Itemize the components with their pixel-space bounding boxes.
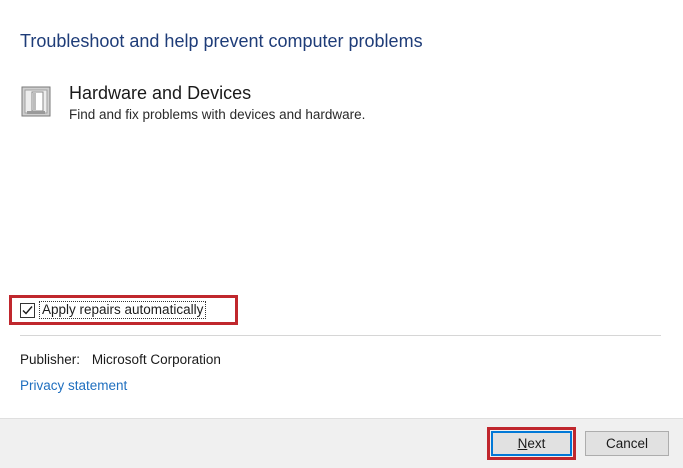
next-label-rest: ext bbox=[527, 436, 546, 451]
apply-repairs-checkbox[interactable] bbox=[20, 302, 35, 318]
page-title: Troubleshoot and help prevent computer p… bbox=[20, 31, 423, 51]
privacy-statement-link[interactable]: Privacy statement bbox=[20, 377, 127, 395]
dialog-footer bbox=[0, 418, 683, 468]
troubleshooter-description: Find and fix problems with devices and h… bbox=[69, 107, 366, 122]
troubleshooter-title: Hardware and Devices bbox=[69, 83, 252, 103]
divider bbox=[20, 335, 661, 336]
publisher-value: Microsoft Corporation bbox=[91, 352, 221, 367]
next-mnemonic: N bbox=[517, 436, 528, 451]
checkmark-icon bbox=[22, 305, 33, 315]
publisher-label: Publisher: bbox=[20, 352, 81, 367]
next-button[interactable]: Next bbox=[491, 431, 572, 456]
apply-repairs-label[interactable]: Apply repairs automatically bbox=[39, 301, 207, 319]
troubleshooter-window: Troubleshoot and help prevent computer p… bbox=[0, 0, 683, 468]
cancel-button[interactable]: Cancel bbox=[585, 431, 669, 456]
apply-repairs-option[interactable]: Apply repairs automatically bbox=[9, 295, 238, 325]
troubleshooter-item: Hardware and Devices Find and fix proble… bbox=[20, 82, 365, 124]
hardware-device-icon bbox=[20, 82, 69, 123]
publisher-info: Publisher: Microsoft Corporation bbox=[20, 351, 221, 369]
